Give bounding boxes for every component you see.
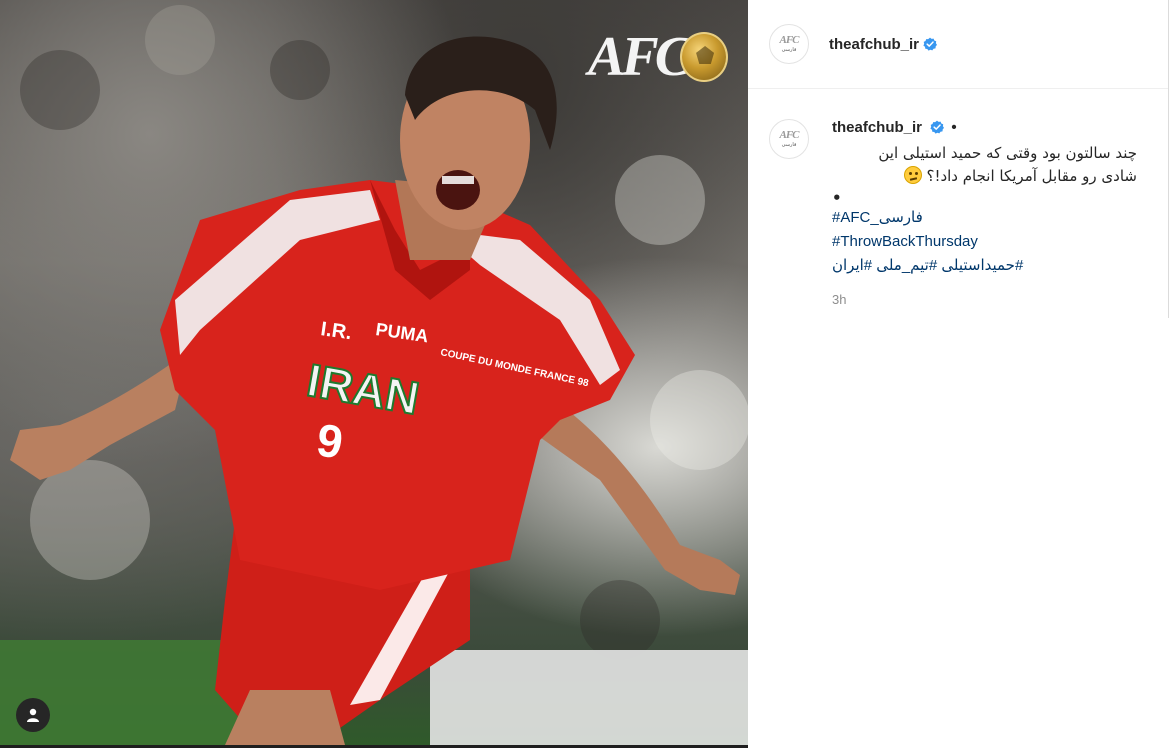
post-side-panel: AFC فارسی theafchub_ir AFC فارسی theafch… <box>748 0 1169 748</box>
hashtag-afc-farsi[interactable]: #AFC_فارسی <box>832 206 1154 230</box>
caption-comment: AFC فارسی theafchub_ir • چند سالتون بود … <box>769 118 1154 307</box>
avatar[interactable]: AFC فارسی <box>769 24 809 64</box>
hashtag-throwbackthursday[interactable]: #ThrowBackThursday <box>832 230 1154 254</box>
caption-text: چند سالتون بود وقتی که حمید استیلی این ش… <box>832 142 1137 206</box>
caption-user-line: theafchub_ir • <box>832 118 1154 142</box>
afc-logo: AFC <box>588 28 728 86</box>
verified-badge-icon <box>923 37 938 51</box>
username-link[interactable]: theafchub_ir <box>829 36 919 53</box>
avatar-logo-text: AFC <box>779 34 799 46</box>
follow-separator: • <box>951 119 957 136</box>
afc-ball-icon <box>680 32 728 82</box>
caption-line-2: شادی رو مقابل آمریکا انجام داد!؟ <box>926 167 1137 185</box>
hashtag-persian-group[interactable]: #حمیداستیلی #تیم_ملی #ایران <box>832 254 1154 278</box>
caption-verified-badge-icon <box>930 120 945 134</box>
post-header: AFC فارسی theafchub_ir <box>748 0 1168 89</box>
person-icon <box>27 708 39 722</box>
post-timestamp[interactable]: 3h <box>832 292 1154 307</box>
ad-board <box>430 650 748 745</box>
post-photo[interactable]: I.R. PUMA IRAN COUPE DU MONDE FRANCE 98 … <box>0 0 748 745</box>
caption-username-link[interactable]: theafchub_ir <box>832 119 922 136</box>
thinking-face-emoji-icon <box>903 166 922 184</box>
caption-avatar-logo-text: AFC <box>779 129 799 141</box>
jersey-ir-text: I.R. <box>319 318 353 344</box>
caption-bullet: • <box>832 189 842 207</box>
left-arm <box>10 350 190 480</box>
user-profile-icon[interactable] <box>16 698 50 732</box>
caption-body: theafchub_ir • چند سالتون بود وقتی که حم… <box>832 118 1154 307</box>
avatar-sub-text: فارسی <box>781 47 797 53</box>
player-illustration: I.R. PUMA IRAN COUPE DU MONDE FRANCE 98 … <box>0 5 748 745</box>
caption-line-1: چند سالتون بود وقتی که حمید استیلی این <box>878 144 1137 162</box>
caption-avatar[interactable]: AFC فارسی <box>769 119 809 159</box>
caption-line-2-wrap: شادی رو مقابل آمریکا انجام داد!؟ <box>832 165 1137 188</box>
caption-avatar-sub-text: فارسی <box>781 142 797 148</box>
afc-logo-text: AFC <box>588 26 692 88</box>
